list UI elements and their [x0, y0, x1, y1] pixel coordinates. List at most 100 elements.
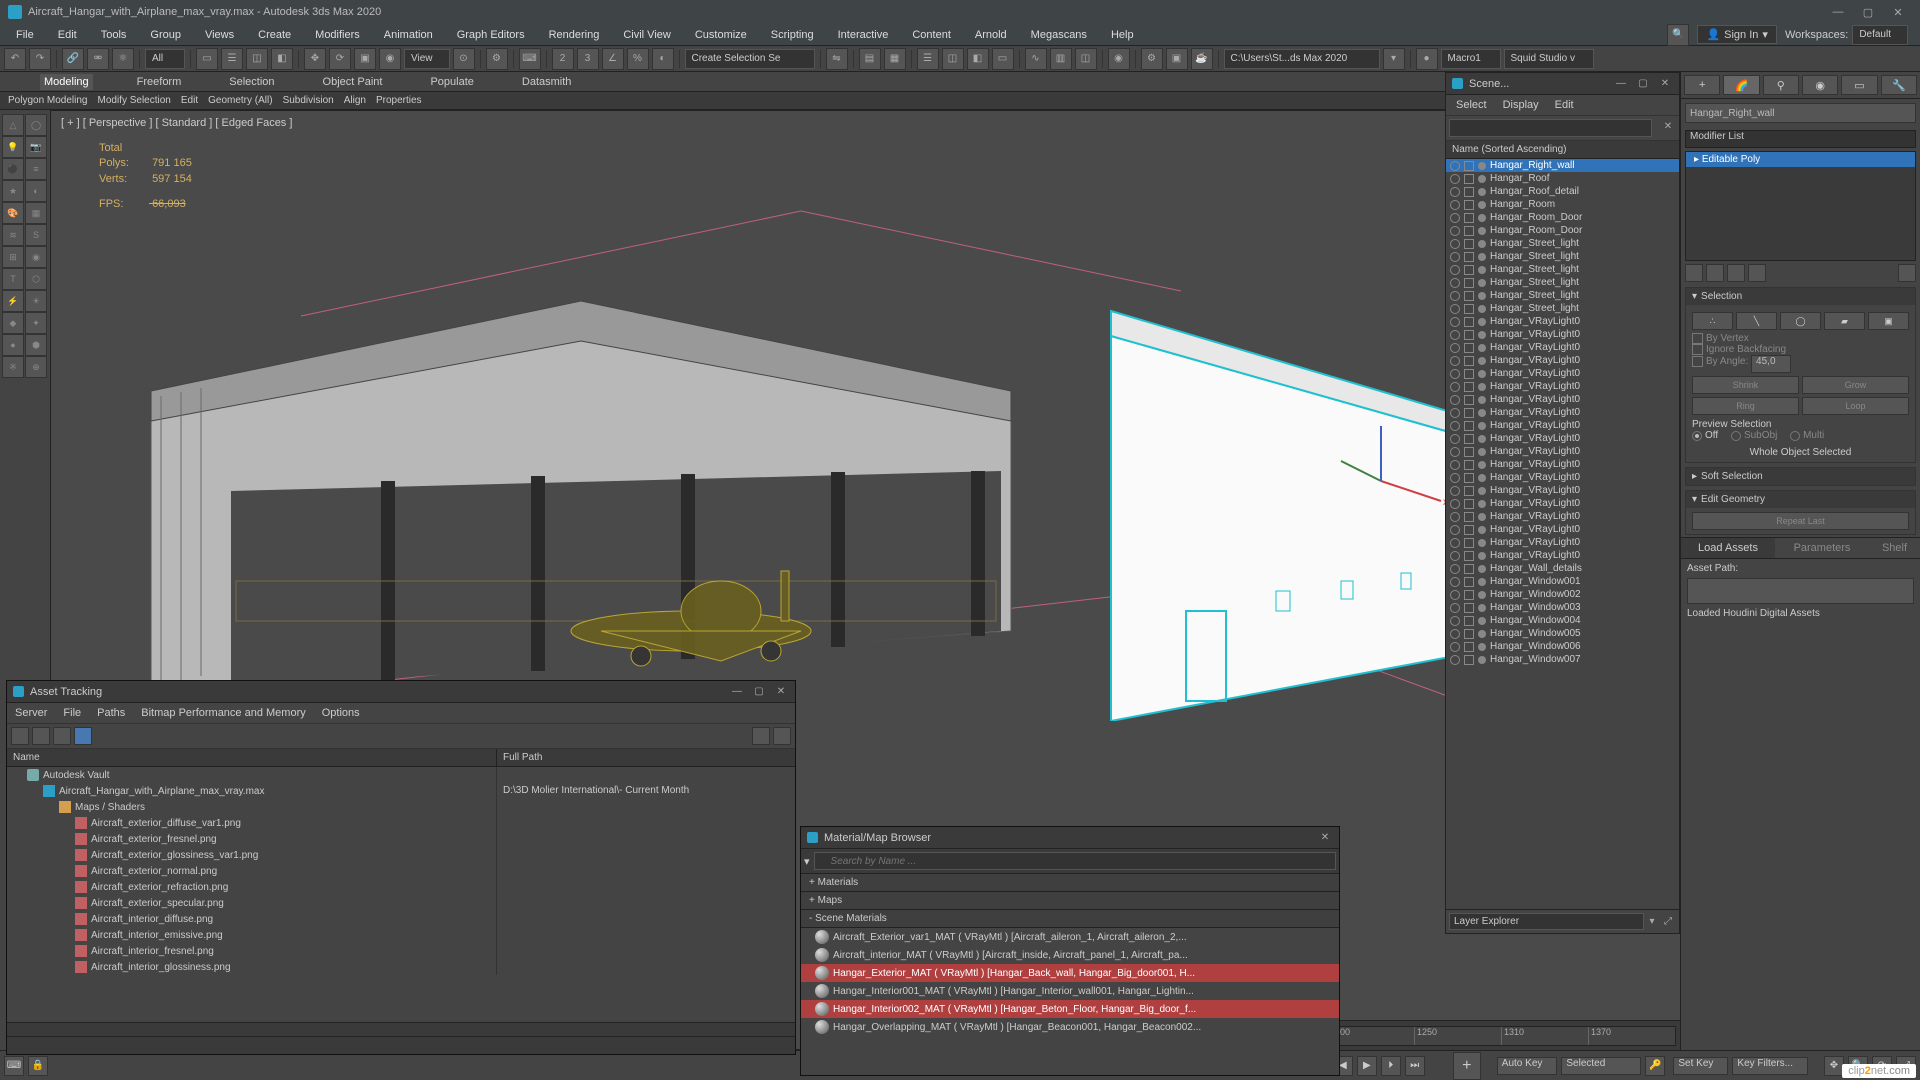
left-tool-7[interactable]: ◐	[25, 180, 47, 202]
scene-search-input[interactable]	[1449, 119, 1652, 137]
asset-tool-1[interactable]	[11, 727, 29, 745]
pin-stack-button[interactable]	[1685, 264, 1703, 282]
menu-content[interactable]: Content	[900, 26, 963, 44]
freeze-icon[interactable]	[1464, 369, 1474, 379]
by-vertex-check[interactable]: By Vertex	[1706, 333, 1749, 344]
asset-row[interactable]: Aircraft_interior_glossiness.png	[7, 959, 795, 975]
scene-mode-dropdown-icon[interactable]: ▾	[1644, 915, 1660, 929]
freeze-icon[interactable]	[1464, 291, 1474, 301]
visibility-icon[interactable]	[1450, 421, 1460, 431]
scene-item[interactable]: Hangar_Right_wall	[1446, 159, 1679, 172]
visibility-icon[interactable]	[1450, 512, 1460, 522]
layer-button[interactable]: ▦	[884, 48, 906, 70]
remove-mod-button[interactable]	[1748, 264, 1766, 282]
scene-item[interactable]: Hangar_Wall_details	[1446, 562, 1679, 575]
asset-menu-file[interactable]: File	[63, 707, 81, 719]
snap-2d-button[interactable]: 2	[552, 48, 574, 70]
asset-menu-bitmap-performance-and-memory[interactable]: Bitmap Performance and Memory	[141, 707, 305, 719]
viewport-label[interactable]: [ + ] [ Perspective ] [ Standard ] [ Edg…	[61, 117, 292, 129]
material-row[interactable]: Hangar_Exterior_MAT ( VRayMtl ) [Hangar_…	[801, 964, 1339, 982]
asset-close-button[interactable]: ✕	[773, 685, 789, 699]
crease-button[interactable]: ◧	[967, 48, 989, 70]
selected-combo[interactable]: Selected	[1561, 1057, 1641, 1075]
ribbon-tab-selection[interactable]: Selection	[225, 74, 278, 90]
motion-tab[interactable]: ◉	[1802, 75, 1838, 95]
left-tool-13[interactable]: ◉	[25, 246, 47, 268]
left-tool-1[interactable]: ◯	[25, 114, 47, 136]
left-tool-16[interactable]: ⚡	[2, 290, 24, 312]
freeze-icon[interactable]	[1464, 317, 1474, 327]
asset-row[interactable]: Aircraft_exterior_fresnel.png	[7, 831, 795, 847]
modifier-list-combo[interactable]: Modifier List	[1685, 130, 1916, 148]
scene-item[interactable]: Hangar_Street_light	[1446, 302, 1679, 315]
material-search-input[interactable]	[814, 852, 1336, 870]
play-next-button[interactable]: ⏵	[1381, 1056, 1401, 1076]
left-tool-9[interactable]: ▦	[25, 202, 47, 224]
visibility-icon[interactable]	[1450, 642, 1460, 652]
freeze-icon[interactable]	[1464, 187, 1474, 197]
left-tool-4[interactable]: ⚫	[2, 158, 24, 180]
scene-item[interactable]: Hangar_Street_light	[1446, 289, 1679, 302]
edge-subobj-button[interactable]: ╲	[1736, 312, 1777, 330]
asset-row[interactable]: Maps / Shaders	[7, 799, 795, 815]
scene-item[interactable]: Hangar_VRayLight0	[1446, 354, 1679, 367]
scene-item[interactable]: Hangar_VRayLight0	[1446, 445, 1679, 458]
show-end-result-button[interactable]	[1706, 264, 1724, 282]
maximize-button[interactable]: ▢	[1854, 2, 1882, 22]
redo-button[interactable]: ↷	[29, 48, 51, 70]
freeze-icon[interactable]	[1464, 213, 1474, 223]
menu-modifiers[interactable]: Modifiers	[303, 26, 372, 44]
scene-item[interactable]: Hangar_Street_light	[1446, 263, 1679, 276]
scene-item[interactable]: Hangar_Window007	[1446, 653, 1679, 666]
asset-row[interactable]: Autodesk Vault	[7, 767, 795, 783]
menu-create[interactable]: Create	[246, 26, 303, 44]
freeze-icon[interactable]	[1464, 265, 1474, 275]
visibility-icon[interactable]	[1450, 629, 1460, 639]
bind-button[interactable]: ⚛	[112, 48, 134, 70]
scene-item[interactable]: Hangar_VRayLight0	[1446, 484, 1679, 497]
repeat-last-button[interactable]: Repeat Last	[1692, 512, 1909, 530]
close-button[interactable]: ✕	[1884, 2, 1912, 22]
freeze-icon[interactable]	[1464, 603, 1474, 613]
asset-menu-paths[interactable]: Paths	[97, 707, 125, 719]
freeze-icon[interactable]	[1464, 590, 1474, 600]
freeze-icon[interactable]	[1464, 356, 1474, 366]
align-button[interactable]: ▤	[859, 48, 881, 70]
scene-explorer-list[interactable]: Hangar_Right_wallHangar_RoofHangar_Roof_…	[1446, 159, 1679, 909]
ribbon-tab-object paint[interactable]: Object Paint	[319, 74, 387, 90]
scene-sort-header[interactable]: Name (Sorted Ascending)	[1446, 141, 1679, 159]
scene-item[interactable]: Hangar_Window002	[1446, 588, 1679, 601]
scene-item[interactable]: Hangar_Room_Door	[1446, 224, 1679, 237]
left-tool-8[interactable]: 🎨	[2, 202, 24, 224]
scene-item[interactable]: Hangar_Street_light	[1446, 237, 1679, 250]
material-row[interactable]: Hangar_Overlapping_MAT ( VRayMtl ) [Hang…	[801, 1018, 1339, 1036]
menu-civil-view[interactable]: Civil View	[611, 26, 682, 44]
left-tool-5[interactable]: ≡	[25, 158, 47, 180]
left-tool-11[interactable]: S	[25, 224, 47, 246]
ribbon-tab-freeform[interactable]: Freeform	[133, 74, 186, 90]
render-setup-button[interactable]: ⚙	[1141, 48, 1163, 70]
menu-group[interactable]: Group	[138, 26, 193, 44]
material-list[interactable]: Aircraft_Exterior_var1_MAT ( VRayMtl ) […	[801, 928, 1339, 1036]
scene-item[interactable]: Hangar_Roof_detail	[1446, 185, 1679, 198]
freeze-icon[interactable]	[1464, 460, 1474, 470]
left-tool-10[interactable]: ≋	[2, 224, 24, 246]
menu-help[interactable]: Help	[1099, 26, 1146, 44]
scene-item[interactable]: Hangar_Room	[1446, 198, 1679, 211]
menu-edit[interactable]: Edit	[46, 26, 89, 44]
asset-col-name[interactable]: Name	[7, 749, 497, 766]
menu-scripting[interactable]: Scripting	[759, 26, 826, 44]
left-tool-15[interactable]: ⬡	[25, 268, 47, 290]
key-icon[interactable]: 🔑	[1645, 1056, 1665, 1076]
freeze-icon[interactable]	[1464, 577, 1474, 587]
mat-section-materials[interactable]: + Materials	[801, 874, 1339, 892]
selection-filter-combo[interactable]: All	[145, 49, 185, 69]
mirror-button[interactable]: ⇋	[826, 48, 848, 70]
visibility-icon[interactable]	[1450, 538, 1460, 548]
border-subobj-button[interactable]: ◯	[1780, 312, 1821, 330]
menu-arnold[interactable]: Arnold	[963, 26, 1019, 44]
left-tool-3[interactable]: 📷	[25, 136, 47, 158]
visibility-icon[interactable]	[1450, 486, 1460, 496]
move-button[interactable]: ✥	[304, 48, 326, 70]
freeze-icon[interactable]	[1464, 629, 1474, 639]
